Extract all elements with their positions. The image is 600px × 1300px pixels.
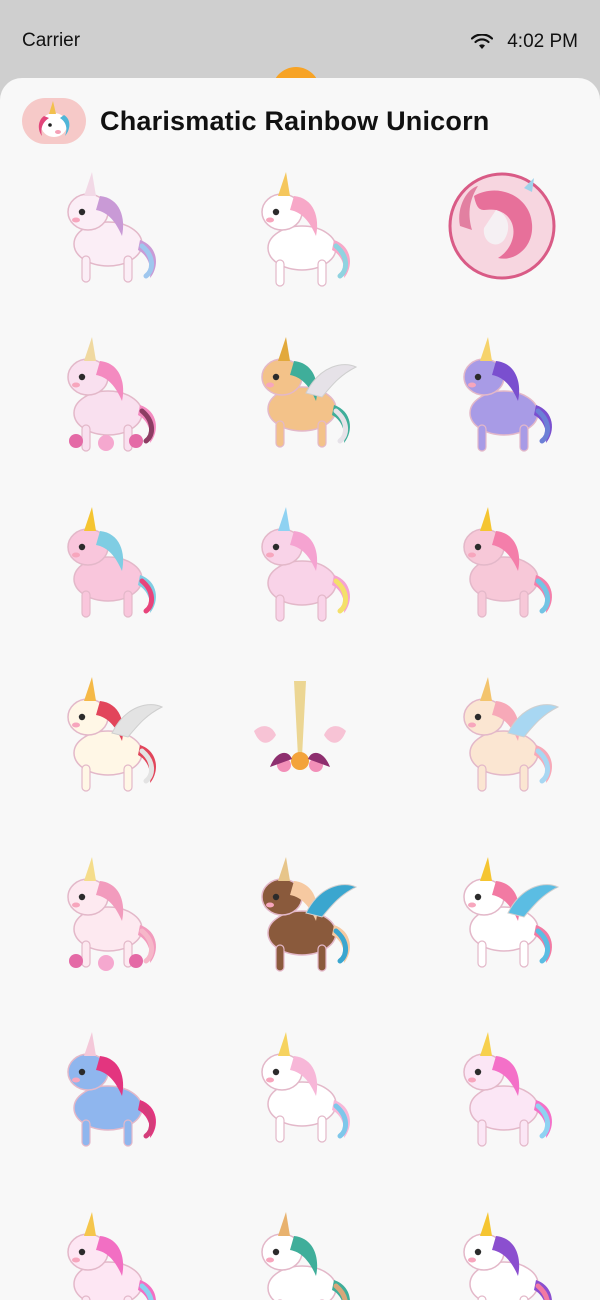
sticker-doodle-donut-unicorn[interactable] <box>236 1026 364 1154</box>
sticker-peach-winged-unicorn[interactable] <box>438 671 566 799</box>
sticker-red-winged-unicorn[interactable] <box>42 671 170 799</box>
sticker-blue-rearing-unicorn[interactable] <box>42 1026 170 1154</box>
carrier-label: Carrier <box>22 30 81 51</box>
sticker-winged-tan-unicorn[interactable] <box>236 331 364 459</box>
wifi-icon <box>471 33 494 50</box>
sticker-brown-pegasus-unicorn[interactable] <box>236 851 364 979</box>
sticker-lilac-unicorn-standing[interactable] <box>42 166 170 294</box>
unicorn-illustration-icon <box>67 337 156 452</box>
unicorn-illustration-icon <box>67 507 156 618</box>
unicorn-illustration-icon <box>67 1032 156 1147</box>
status-right: 4:02 PM <box>471 31 578 53</box>
sticker-unicorn-horn-ears-flowers[interactable] <box>236 671 364 799</box>
unicorn-illustration-icon <box>67 172 156 283</box>
unicorn-illustration-icon <box>261 172 350 287</box>
unicorn-illustration-icon <box>463 507 552 618</box>
unicorn-illustration-icon <box>448 172 556 280</box>
unicorn-illustration-icon <box>67 677 164 792</box>
pack-header: Charismatic Rainbow Unicorn <box>22 98 489 144</box>
sticker-sheet: Charismatic Rainbow Unicorn <box>0 78 600 1300</box>
unicorn-illustration-icon <box>261 337 358 448</box>
sticker-chibi-blushing-unicorn[interactable] <box>438 501 566 629</box>
unicorn-illustration-icon <box>261 1032 350 1143</box>
sticker-teal-unicorn-handstand-partial[interactable] <box>236 1206 364 1300</box>
sticker-rainbow-unicorn-standing[interactable] <box>236 166 364 294</box>
sticker-chibi-unicorn-partial[interactable] <box>438 1206 566 1300</box>
unicorn-illustration-icon <box>261 1212 350 1300</box>
sticker-be-unique-badge[interactable] <box>438 166 566 294</box>
sticker-chibi-winged-unicorn[interactable] <box>438 851 566 979</box>
unicorn-illustration-icon <box>261 507 350 622</box>
sticker-pink-unicorn-flowers[interactable] <box>42 331 170 459</box>
sticker-sleeping-unicorn-roses[interactable] <box>42 851 170 979</box>
unicorn-illustration-icon <box>254 681 346 772</box>
sticker-pink-rainbow-unicorn[interactable] <box>438 1026 566 1154</box>
unicorn-pack-icon <box>22 98 86 144</box>
clock: 4:02 PM <box>507 31 578 52</box>
unicorn-illustration-icon <box>67 1212 156 1300</box>
sticker-pink-maned-unicorn-partial[interactable] <box>42 1206 170 1300</box>
unicorn-illustration-icon <box>463 1212 552 1300</box>
unicorn-illustration-icon <box>463 857 560 968</box>
unicorn-illustration-icon <box>463 337 552 452</box>
unicorn-illustration-icon <box>463 677 560 792</box>
sticker-pack-screen: Carrier 4:02 PM Charismatic Rainbow Unic… <box>0 0 600 1300</box>
unicorn-illustration-icon <box>67 857 156 971</box>
sticker-chibi-surprised-unicorn[interactable] <box>42 501 170 629</box>
sticker-chibi-star-unicorn[interactable] <box>236 501 364 629</box>
pack-title: Charismatic Rainbow Unicorn <box>100 105 490 136</box>
unicorn-illustration-icon <box>463 1032 552 1147</box>
sticker-purple-star-unicorn[interactable] <box>438 331 566 459</box>
unicorn-illustration-icon <box>261 857 358 972</box>
